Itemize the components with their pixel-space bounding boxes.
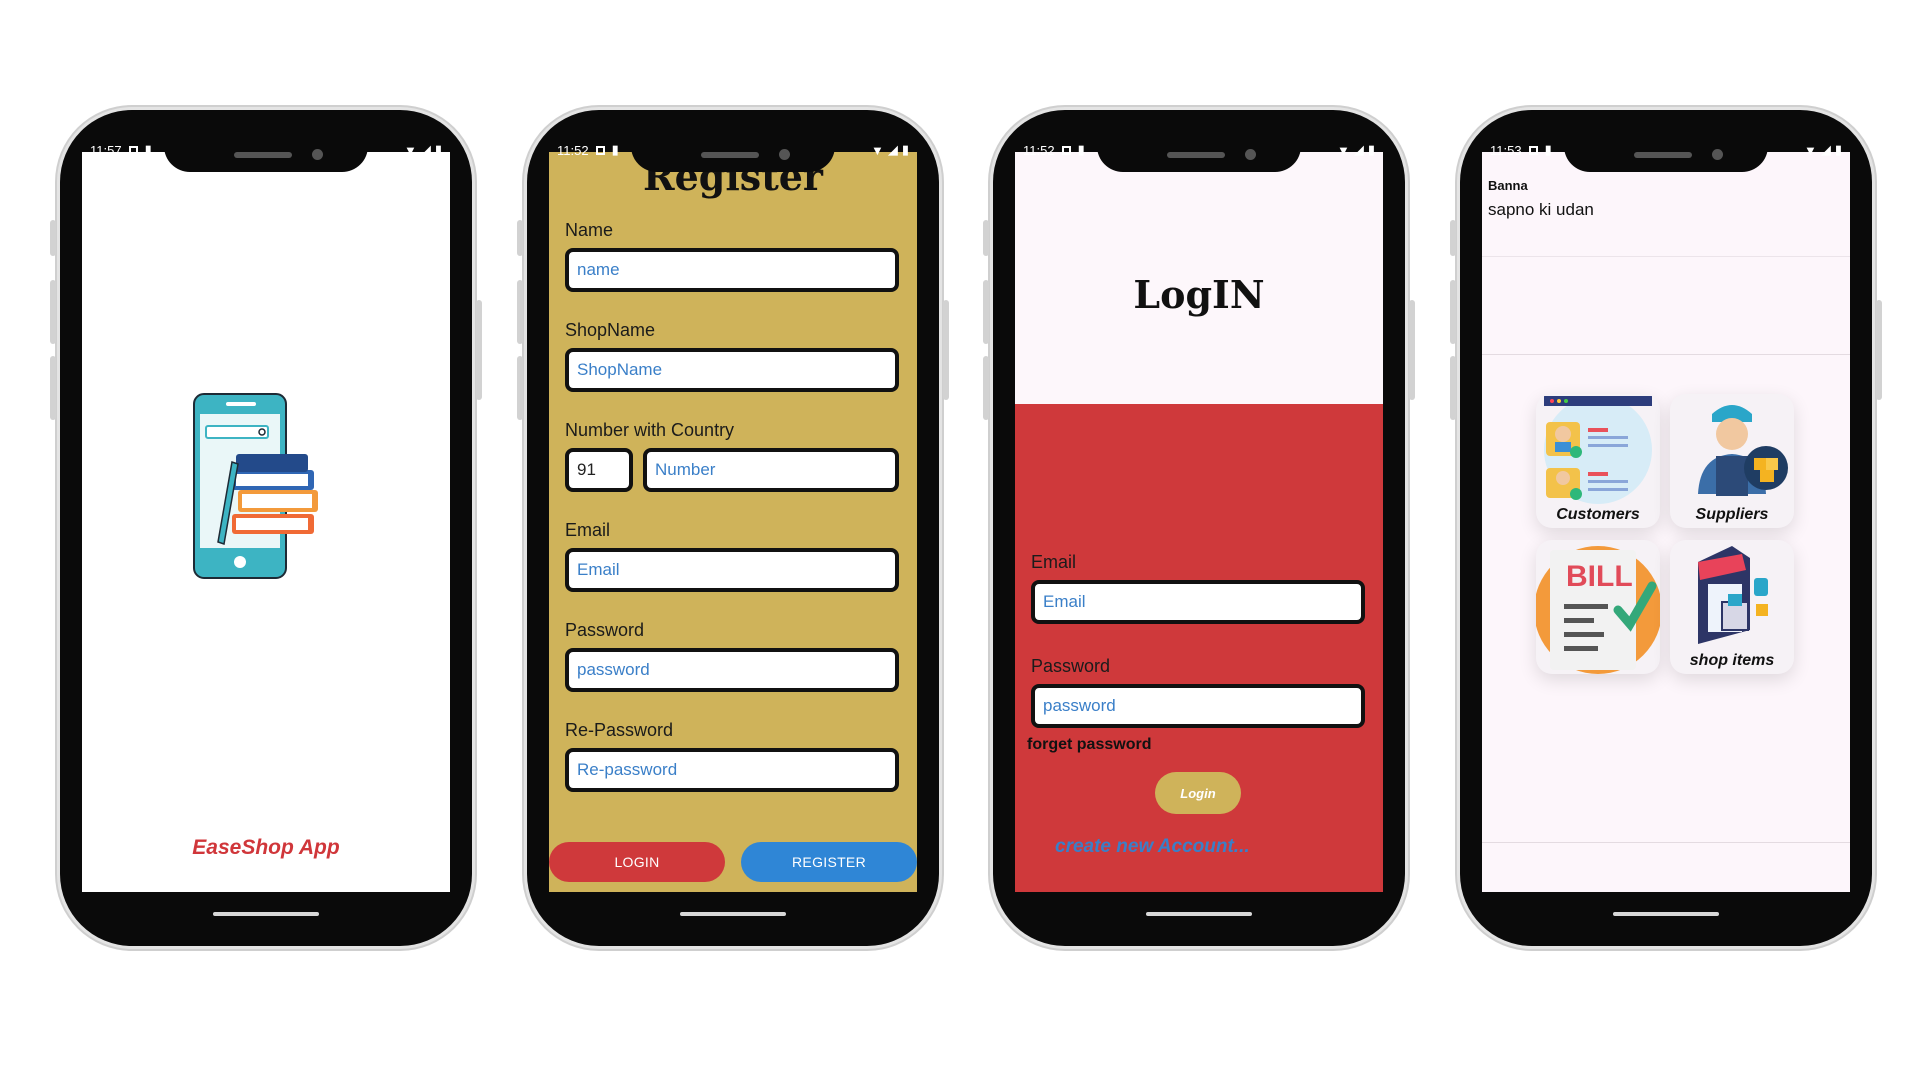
login-screen: LogIN Email Email Password password forg… — [1015, 152, 1383, 892]
country-code-value: 91 — [577, 460, 596, 479]
sim-icon — [1528, 145, 1538, 155]
page-title: LogIN — [1133, 272, 1265, 317]
number-label: Number with Country — [565, 420, 735, 440]
divider — [1482, 842, 1850, 843]
customers-icon — [1544, 396, 1652, 504]
battery-icon: ▮ — [1367, 142, 1375, 157]
register-button[interactable]: REGISTER — [741, 842, 917, 882]
email-label: Email — [565, 520, 611, 540]
shop-icon — [1698, 546, 1768, 644]
supplier-icon — [1698, 405, 1788, 496]
status-time: 11:57 — [90, 142, 122, 158]
login-button[interactable]: Login — [1155, 772, 1241, 814]
signal-icon: ◢ — [1820, 142, 1831, 157]
shopname-input[interactable]: ShopName — [565, 348, 899, 392]
home-indicator[interactable] — [1146, 912, 1252, 916]
bill-text: BILL — [1566, 560, 1633, 593]
password-input[interactable]: password — [1031, 684, 1365, 728]
tile-label: Suppliers — [1695, 506, 1769, 523]
user-name: Banna — [1488, 178, 1528, 193]
splash-screen: EaseShop App — [82, 152, 450, 892]
tile-label: shop items — [1689, 652, 1775, 669]
status-time: 11:52 — [557, 142, 589, 158]
password-placeholder: password — [577, 660, 650, 679]
lock-icon: ▮ — [144, 142, 152, 157]
lock-icon: ▮ — [611, 142, 619, 157]
lock-icon: ▮ — [1077, 142, 1085, 157]
number-placeholder: Number — [655, 460, 716, 479]
phone-splash: 11:57 ▮ ▼ ◢ ▮ EaseShop App — [50, 110, 482, 946]
sim-icon — [128, 145, 138, 155]
app-logo-icon — [193, 393, 318, 579]
shop-items-tile[interactable]: shop items — [1670, 540, 1794, 674]
country-code-input[interactable]: 91 — [565, 448, 633, 492]
name-placeholder: name — [577, 260, 620, 279]
signal-icon: ◢ — [1353, 142, 1364, 157]
battery-icon: ▮ — [901, 142, 909, 157]
dashboard-screen: Banna sapno ki udan Customers Suppliers … — [1482, 152, 1850, 892]
email-label: Email — [1031, 552, 1077, 572]
shopname-label: ShopName — [565, 320, 656, 340]
tile-label: Customers — [1556, 506, 1640, 523]
email-placeholder: Email — [1043, 592, 1086, 611]
sim-icon — [1061, 145, 1071, 155]
repassword-input[interactable]: Re-password — [565, 748, 899, 792]
wifi-icon: ▼ — [403, 142, 417, 158]
shopname-placeholder: ShopName — [577, 360, 663, 379]
home-indicator[interactable] — [680, 912, 786, 916]
phone-dashboard: 11:53 ▮ ▼ ◢ ▮ Banna sapno ki udan Custom… — [1450, 110, 1882, 946]
bill-icon: BILL — [1536, 546, 1660, 674]
home-indicator[interactable] — [1613, 912, 1719, 916]
tagline: sapno ki udan — [1488, 200, 1594, 219]
battery-icon: ▮ — [434, 142, 442, 157]
signal-icon: ◢ — [887, 142, 898, 157]
phone-register: 11:52 ▮ ▼ ◢ ▮ Register Name name ShopName S… — [517, 110, 949, 946]
signal-icon: ◢ — [420, 142, 431, 157]
create-account-link[interactable]: create new Account... — [1055, 836, 1250, 858]
password-label: Password — [565, 620, 645, 640]
brand-title: EaseShop App — [192, 836, 340, 859]
status-time: 11:53 — [1490, 142, 1522, 158]
login-panel — [1015, 404, 1383, 892]
wifi-icon: ▼ — [1803, 142, 1817, 158]
login-button[interactable]: LOGIN — [549, 842, 725, 882]
suppliers-tile[interactable]: Suppliers — [1670, 394, 1794, 528]
battery-icon: ▮ — [1834, 142, 1842, 157]
repassword-placeholder: Re-password — [577, 760, 678, 779]
status-time: 11:52 — [1023, 142, 1055, 158]
password-label: Password — [1031, 656, 1111, 676]
name-input[interactable]: name — [565, 248, 899, 292]
password-placeholder: password — [1043, 696, 1116, 715]
divider — [1482, 354, 1850, 355]
phone-login: 11:52 ▮ ▼ ◢ ▮ LogIN Email Email Password pa… — [983, 110, 1415, 946]
password-input[interactable]: password — [565, 648, 899, 692]
bill-tile[interactable]: BILL — [1536, 540, 1660, 674]
email-placeholder: Email — [577, 560, 620, 579]
repassword-label: Re-Password — [565, 720, 674, 740]
sim-icon — [595, 145, 605, 155]
wifi-icon: ▼ — [870, 142, 884, 158]
forget-password-link[interactable]: forget password — [1027, 736, 1151, 754]
name-label: Name — [565, 220, 614, 240]
home-indicator[interactable] — [213, 912, 319, 916]
email-input[interactable]: Email — [565, 548, 899, 592]
lock-icon: ▮ — [1544, 142, 1552, 157]
wifi-icon: ▼ — [1336, 142, 1350, 158]
customers-tile[interactable]: Customers — [1536, 394, 1660, 528]
number-input[interactable]: Number — [643, 448, 899, 492]
register-screen: Register Name name ShopName ShopName Num… — [549, 152, 917, 892]
email-input[interactable]: Email — [1031, 580, 1365, 624]
